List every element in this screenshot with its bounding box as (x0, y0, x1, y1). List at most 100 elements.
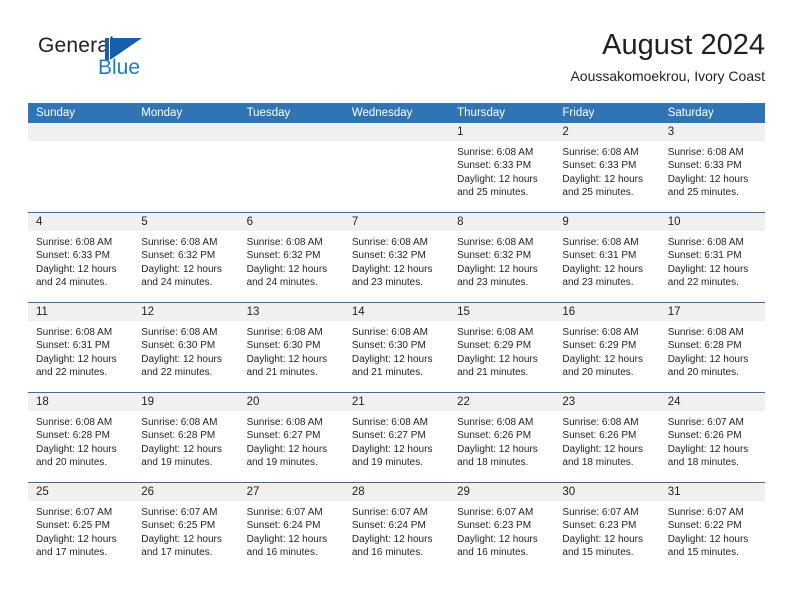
daylight-text: Daylight: 12 hours and 15 minutes. (667, 533, 749, 559)
day-cell[interactable]: 4 Sunrise: 6:08 AM Sunset: 6:33 PM Daylight… (28, 213, 134, 302)
day-sun-info: Sunrise: 6:08 AM Sunset: 6:30 PM Daylight:… (239, 321, 344, 380)
day-number: 18 (28, 393, 134, 411)
day-number (238, 123, 344, 141)
day-sun-info: Sunrise: 6:07 AM Sunset: 6:25 PM Daylight:… (28, 501, 133, 560)
day-cell[interactable]: 22 Sunrise: 6:08 AM Sunset: 6:26 PM Dayligh… (449, 393, 555, 482)
sunrise-text: Sunrise: 6:08 AM (351, 327, 428, 338)
day-sun-info: Sunrise: 6:08 AM Sunset: 6:33 PM Daylight:… (28, 231, 133, 290)
day-sun-info: Sunrise: 6:08 AM Sunset: 6:32 PM Daylight:… (133, 231, 238, 290)
sunrise-text: Sunrise: 6:08 AM (246, 237, 323, 248)
day-cell[interactable]: 7 Sunrise: 6:08 AM Sunset: 6:32 PM Daylight… (343, 213, 450, 302)
day-cell[interactable]: 25 Sunrise: 6:07 AM Sunset: 6:25 PM Dayligh… (28, 483, 134, 572)
day-sun-info: Sunrise: 6:08 AM Sunset: 6:29 PM Daylight:… (554, 321, 659, 380)
sunrise-text: Sunrise: 6:08 AM (457, 417, 534, 428)
day-number: 30 (554, 483, 660, 501)
day-number: 2 (554, 123, 660, 141)
daylight-text: Daylight: 12 hours and 19 minutes. (351, 443, 433, 469)
day-sun-info: Sunrise: 6:08 AM Sunset: 6:33 PM Daylight:… (554, 141, 659, 200)
sunset-text: Sunset: 6:33 PM (562, 160, 637, 172)
sunset-text: Sunset: 6:33 PM (457, 160, 532, 172)
sunset-text: Sunset: 6:31 PM (36, 340, 110, 352)
daylight-text: Daylight: 12 hours and 20 minutes. (562, 353, 644, 379)
day-cell[interactable]: 10 Sunrise: 6:08 AM Sunset: 6:31 PM Dayligh… (659, 213, 765, 302)
day-cell[interactable]: 11 Sunrise: 6:08 AM Sunset: 6:31 PM Dayligh… (28, 303, 134, 392)
day-number: 26 (133, 483, 239, 501)
calendar-week-row: 25 Sunrise: 6:07 AM Sunset: 6:25 PM Dayligh… (28, 482, 765, 572)
day-cell[interactable]: 1 Sunrise: 6:08 AM Sunset: 6:33 PM Daylight… (449, 123, 555, 212)
day-cell[interactable]: 30 Sunrise: 6:07 AM Sunset: 6:23 PM Dayligh… (554, 483, 660, 572)
daylight-text: Daylight: 12 hours and 21 minutes. (351, 353, 433, 379)
sunset-text: Sunset: 6:26 PM (667, 430, 742, 442)
sunset-text: Sunset: 6:30 PM (351, 340, 426, 352)
daylight-text: Daylight: 12 hours and 25 minutes. (562, 173, 644, 199)
day-cell[interactable]: 9 Sunrise: 6:08 AM Sunset: 6:31 PM Daylight… (554, 213, 660, 302)
day-sun-info: Sunrise: 6:08 AM Sunset: 6:33 PM Daylight:… (449, 141, 554, 200)
sunrise-text: Sunrise: 6:08 AM (36, 327, 113, 338)
day-cell[interactable]: 24 Sunrise: 6:07 AM Sunset: 6:26 PM Dayligh… (659, 393, 765, 482)
page-header: General Blue August 2024 Aoussakomoekrou… (28, 28, 765, 94)
day-cell[interactable]: 15 Sunrise: 6:08 AM Sunset: 6:29 PM Dayligh… (449, 303, 555, 392)
day-cell[interactable]: 19 Sunrise: 6:08 AM Sunset: 6:28 PM Dayligh… (133, 393, 239, 482)
daylight-text: Daylight: 12 hours and 19 minutes. (141, 443, 222, 469)
sunset-text: Sunset: 6:33 PM (667, 160, 742, 172)
day-cell[interactable]: 29 Sunrise: 6:07 AM Sunset: 6:23 PM Dayligh… (449, 483, 555, 572)
day-number: 4 (28, 213, 134, 231)
day-cell-empty (28, 123, 134, 212)
day-cell[interactable]: 28 Sunrise: 6:07 AM Sunset: 6:24 PM Dayligh… (343, 483, 450, 572)
day-number: 22 (449, 393, 555, 411)
sunset-text: Sunset: 6:33 PM (36, 250, 110, 262)
day-cell[interactable]: 12 Sunrise: 6:08 AM Sunset: 6:30 PM Dayligh… (133, 303, 239, 392)
general-blue-logo[interactable]: General Blue (38, 34, 218, 90)
day-cell[interactable]: 26 Sunrise: 6:07 AM Sunset: 6:25 PM Dayligh… (133, 483, 239, 572)
day-cell[interactable]: 17 Sunrise: 6:08 AM Sunset: 6:28 PM Dayligh… (659, 303, 765, 392)
daylight-text: Daylight: 12 hours and 20 minutes. (667, 353, 749, 379)
day-number: 14 (343, 303, 450, 321)
day-number (28, 123, 134, 141)
day-number: 29 (449, 483, 555, 501)
sunset-text: Sunset: 6:32 PM (246, 250, 321, 262)
day-cell[interactable]: 8 Sunrise: 6:08 AM Sunset: 6:32 PM Daylight… (449, 213, 555, 302)
sunrise-text: Sunrise: 6:08 AM (246, 327, 323, 338)
daylight-text: Daylight: 12 hours and 23 minutes. (562, 263, 644, 289)
day-cell[interactable]: 16 Sunrise: 6:08 AM Sunset: 6:29 PM Dayligh… (554, 303, 660, 392)
sunset-text: Sunset: 6:25 PM (36, 520, 110, 532)
day-cell-empty (343, 123, 450, 212)
day-cell[interactable]: 21 Sunrise: 6:08 AM Sunset: 6:27 PM Dayligh… (343, 393, 450, 482)
day-cell[interactable]: 14 Sunrise: 6:08 AM Sunset: 6:30 PM Dayligh… (343, 303, 450, 392)
day-sun-info: Sunrise: 6:08 AM Sunset: 6:26 PM Daylight:… (554, 411, 659, 470)
calendar-week-row: 4 Sunrise: 6:08 AM Sunset: 6:33 PM Daylight… (28, 212, 765, 302)
day-cell-empty (238, 123, 344, 212)
day-cell[interactable]: 18 Sunrise: 6:08 AM Sunset: 6:28 PM Dayligh… (28, 393, 134, 482)
day-cell[interactable]: 27 Sunrise: 6:07 AM Sunset: 6:24 PM Dayligh… (238, 483, 344, 572)
calendar-week-row: 11 Sunrise: 6:08 AM Sunset: 6:31 PM Dayligh… (28, 302, 765, 392)
day-cell[interactable]: 3 Sunrise: 6:08 AM Sunset: 6:33 PM Daylight… (659, 123, 765, 212)
day-number: 16 (554, 303, 660, 321)
day-number: 10 (659, 213, 765, 231)
daylight-text: Daylight: 12 hours and 23 minutes. (351, 263, 433, 289)
day-number: 23 (554, 393, 660, 411)
sunrise-text: Sunrise: 6:08 AM (562, 417, 639, 428)
day-cell[interactable]: 6 Sunrise: 6:08 AM Sunset: 6:32 PM Daylight… (238, 213, 344, 302)
weekday-header-thursday: Thursday (457, 107, 506, 119)
day-cell[interactable]: 31 Sunrise: 6:07 AM Sunset: 6:22 PM Dayligh… (659, 483, 765, 572)
day-sun-info: Sunrise: 6:07 AM Sunset: 6:22 PM Daylight:… (660, 501, 765, 560)
sunset-text: Sunset: 6:31 PM (562, 250, 637, 262)
day-number: 6 (238, 213, 344, 231)
daylight-text: Daylight: 12 hours and 21 minutes. (246, 353, 328, 379)
sunset-text: Sunset: 6:22 PM (667, 520, 742, 532)
weekday-header-monday: Monday (141, 107, 183, 119)
day-cell[interactable]: 2 Sunrise: 6:08 AM Sunset: 6:33 PM Daylight… (554, 123, 660, 212)
day-sun-info: Sunrise: 6:08 AM Sunset: 6:33 PM Daylight:… (660, 141, 765, 200)
day-sun-info: Sunrise: 6:08 AM Sunset: 6:32 PM Daylight:… (239, 231, 344, 290)
daylight-text: Daylight: 12 hours and 22 minutes. (36, 353, 117, 379)
daylight-text: Daylight: 12 hours and 22 minutes. (667, 263, 749, 289)
day-cell[interactable]: 13 Sunrise: 6:08 AM Sunset: 6:30 PM Dayligh… (238, 303, 344, 392)
sunset-text: Sunset: 6:30 PM (246, 340, 321, 352)
sunrise-text: Sunrise: 6:08 AM (351, 417, 428, 428)
day-cell[interactable]: 23 Sunrise: 6:08 AM Sunset: 6:26 PM Dayligh… (554, 393, 660, 482)
sunrise-text: Sunrise: 6:08 AM (351, 237, 428, 248)
day-cell[interactable]: 5 Sunrise: 6:08 AM Sunset: 6:32 PM Daylight… (133, 213, 239, 302)
logo-text-general: General (38, 34, 115, 57)
sunrise-text: Sunrise: 6:08 AM (457, 237, 534, 248)
day-cell[interactable]: 20 Sunrise: 6:08 AM Sunset: 6:27 PM Dayligh… (238, 393, 344, 482)
